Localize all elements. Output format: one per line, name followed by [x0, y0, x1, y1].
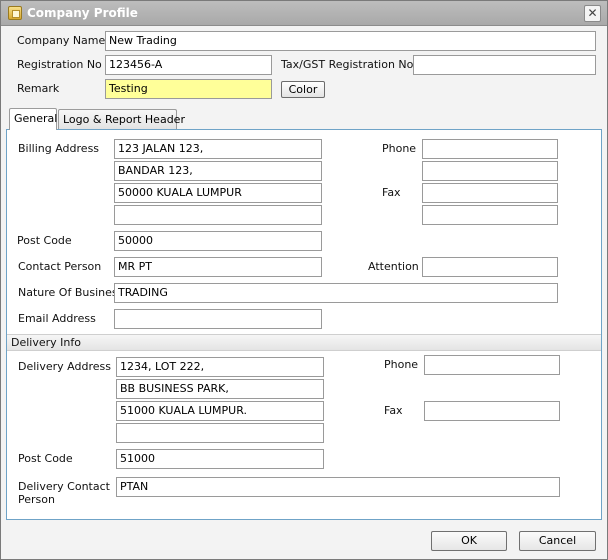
delivery-phone-label: Phone: [384, 358, 419, 371]
email-address-label: Email Address: [18, 312, 96, 325]
delivery-phone-field[interactable]: [424, 355, 560, 375]
delivery-address-line-2[interactable]: BB BUSINESS PARK,: [116, 379, 324, 399]
window-title: Company Profile: [27, 6, 138, 20]
fax-label: Fax: [382, 186, 401, 199]
delivery-post-code-label: Post Code: [18, 452, 73, 465]
delivery-contact-person-label-line-2: Person: [18, 493, 55, 506]
registration-no-field[interactable]: 123456-A: [105, 55, 272, 75]
delivery-contact-person-label-line-1: Delivery Contact: [18, 480, 110, 493]
phone-label: Phone: [382, 142, 417, 155]
cancel-button[interactable]: Cancel: [519, 531, 596, 551]
billing-address-line-1[interactable]: 123 JALAN 123,: [114, 139, 322, 159]
delivery-post-code-field[interactable]: 51000: [116, 449, 324, 469]
tab-general[interactable]: General: [9, 108, 57, 130]
delivery-address-line-3[interactable]: 51000 KUALA LUMPUR.: [116, 401, 324, 421]
nature-of-business-field[interactable]: TRADING: [114, 283, 558, 303]
billing-address-label: Billing Address: [18, 142, 100, 155]
email-address-field[interactable]: [114, 309, 322, 329]
billing-address-line-2[interactable]: BANDAR 123,: [114, 161, 322, 181]
close-icon: ✕: [587, 6, 598, 20]
fax-field-2[interactable]: [422, 205, 558, 225]
phone-field-1[interactable]: [422, 139, 558, 159]
close-button[interactable]: ✕: [584, 5, 601, 22]
billing-address-line-3[interactable]: 50000 KUALA LUMPUR: [114, 183, 322, 203]
fax-field-1[interactable]: [422, 183, 558, 203]
delivery-address-line-4[interactable]: [116, 423, 324, 443]
attention-label: Attention: [368, 260, 419, 273]
delivery-info-header: Delivery Info: [7, 334, 601, 351]
delivery-address-line-1[interactable]: 1234, LOT 222,: [116, 357, 324, 377]
company-name-field[interactable]: New Trading: [105, 31, 596, 51]
company-profile-icon: [8, 6, 22, 20]
tax-gst-registration-label: Tax/GST Registration No: [281, 58, 414, 71]
delivery-fax-label: Fax: [384, 404, 403, 417]
tab-logo-report-header[interactable]: Logo & Report Header: [58, 109, 185, 130]
remark-label: Remark: [17, 82, 60, 95]
color-button[interactable]: Color: [281, 81, 325, 98]
billing-address-line-4[interactable]: [114, 205, 322, 225]
delivery-contact-person-field[interactable]: PTAN: [116, 477, 560, 497]
company-name-label: Company Name: [17, 34, 106, 47]
delivery-fax-field[interactable]: [424, 401, 560, 421]
attention-field[interactable]: [422, 257, 558, 277]
title-bar[interactable]: Company Profile ✕: [1, 1, 607, 26]
delivery-address-label: Delivery Address: [18, 360, 111, 373]
nature-of-business-label: Nature Of Business: [18, 286, 124, 299]
post-code-label: Post Code: [17, 234, 72, 247]
registration-no-label: Registration No: [17, 58, 102, 71]
tax-gst-registration-field[interactable]: [413, 55, 596, 75]
remark-field[interactable]: Testing: [105, 79, 272, 99]
phone-field-2[interactable]: [422, 161, 558, 181]
company-profile-window: Company Profile ✕ Company Name New Tradi…: [0, 0, 608, 560]
contact-person-label: Contact Person: [18, 260, 102, 273]
post-code-field[interactable]: 50000: [114, 231, 322, 251]
contact-person-field[interactable]: MR PT: [114, 257, 322, 277]
ok-button[interactable]: OK: [431, 531, 507, 551]
